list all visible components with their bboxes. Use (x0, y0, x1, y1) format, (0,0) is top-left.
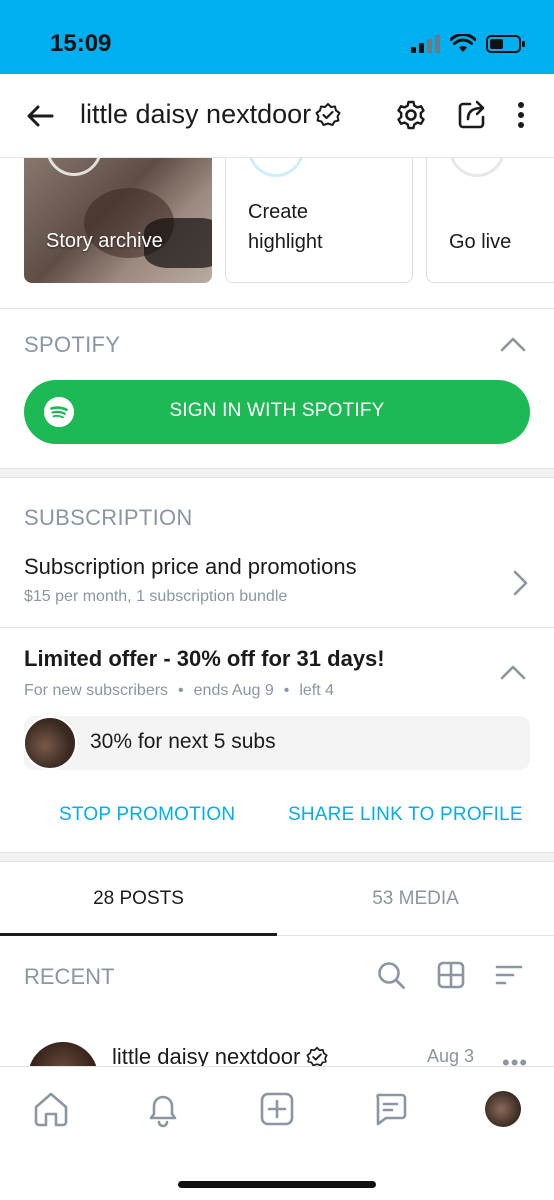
go-live-ring (449, 158, 505, 177)
signal-icon (411, 35, 440, 53)
meta-dot: • (283, 682, 290, 699)
chevron-up-icon[interactable] (500, 664, 526, 680)
profile-header: little daisy nextdoor (0, 74, 554, 158)
share-icon (458, 100, 485, 129)
share-link-button[interactable]: SHARE LINK TO PROFILE (288, 804, 523, 826)
story-archive-label: Story archive (46, 230, 163, 252)
offer-meta: For new subscribers • ends Aug 9 • left … (24, 682, 334, 700)
bell-icon[interactable] (143, 1089, 183, 1129)
kebab-menu-icon (518, 102, 524, 128)
section-separator (0, 852, 554, 862)
messages-icon[interactable] (370, 1089, 410, 1129)
verified-icon (315, 102, 341, 126)
subscription-subtitle: $15 per month, 1 subscription bundle (24, 588, 288, 605)
status-icons (410, 34, 526, 54)
profile-avatar-button[interactable] (485, 1091, 521, 1127)
search-icon[interactable] (376, 960, 406, 990)
status-time: 15:09 (50, 30, 112, 57)
create-highlight-ring (248, 158, 304, 177)
back-arrow-icon[interactable] (24, 100, 56, 132)
home-indicator (178, 1181, 376, 1188)
post-date: Aug 3 (427, 1046, 475, 1066)
bottom-nav (0, 1066, 554, 1200)
chevron-up-icon[interactable] (500, 336, 526, 352)
wifi-icon (450, 34, 476, 52)
verified-icon (306, 1046, 328, 1067)
create-highlight-label: Create highlight (248, 201, 323, 253)
spotify-signin-label: SIGN IN WITH SPOTIFY (169, 400, 385, 421)
story-ring (46, 158, 102, 176)
stop-promotion-button[interactable]: STOP PROMOTION (59, 804, 235, 826)
gear-icon (397, 100, 425, 130)
offer-title: Limited offer - 30% off for 31 days! (24, 646, 385, 671)
chevron-right-icon (513, 570, 528, 596)
go-live-label: Go live (449, 231, 512, 253)
profile-tabs: 28 POSTS 53 MEDIA (0, 864, 554, 936)
battery-icon (486, 35, 525, 53)
status-bar: 15:09 (0, 0, 554, 74)
grid-icon[interactable] (436, 960, 466, 990)
story-archive-card[interactable]: Story archive (24, 158, 212, 283)
create-highlight-card[interactable]: Create highlight (225, 158, 413, 283)
offer-detail-text: 30% for next 5 subs (90, 730, 276, 753)
section-separator (0, 468, 554, 478)
spotify-signin-button[interactable]: SIGN IN WITH SPOTIFY (24, 380, 530, 444)
offer-end-date: ends Aug 9 (193, 682, 274, 699)
tab-posts[interactable]: 28 POSTS (0, 864, 277, 936)
subscription-heading: SUBSCRIPTION (24, 505, 193, 530)
offer-remaining: left 4 (299, 682, 335, 699)
post-card[interactable]: little daisy nextdoor Aug 3 ••• (0, 1030, 554, 1070)
settings-button[interactable] (394, 98, 428, 132)
add-icon[interactable] (257, 1089, 297, 1129)
avatar (23, 716, 77, 770)
share-profile-button[interactable] (455, 98, 489, 132)
highlights-row: Story archive Create highlight Go live (0, 158, 554, 308)
page-title: little daisy nextdoor (80, 99, 341, 130)
tab-media[interactable]: 53 MEDIA (277, 864, 554, 936)
more-options-button[interactable] (504, 98, 538, 132)
subscription-price-row[interactable]: Subscription price and promotions $15 pe… (0, 540, 554, 626)
home-icon[interactable] (31, 1089, 71, 1129)
subscription-title: Subscription price and promotions (24, 554, 357, 579)
spotify-heading: SPOTIFY (24, 332, 121, 357)
meta-dot: • (178, 682, 184, 699)
divider (0, 308, 554, 309)
offer-detail-pill: 30% for next 5 subs (23, 716, 530, 770)
profile-name: little daisy nextdoor (80, 99, 312, 129)
offer-audience: For new subscribers (24, 682, 169, 699)
recent-label: RECENT (24, 964, 115, 989)
sort-icon[interactable] (494, 960, 524, 990)
divider (0, 627, 554, 628)
go-live-card[interactable]: Go live (426, 158, 554, 283)
